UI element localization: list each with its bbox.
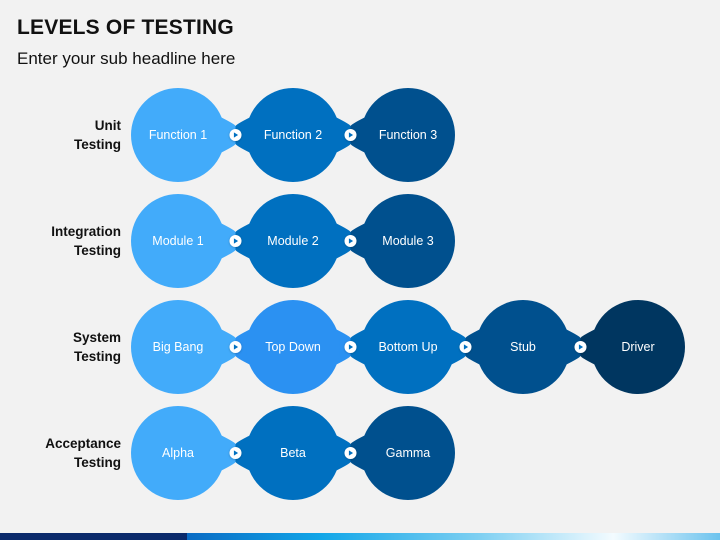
play-arrow-icon [459, 341, 472, 353]
node-label: Driver [621, 340, 655, 354]
play-arrow-icon [344, 447, 357, 459]
bottom-bar-dark-segment [0, 533, 187, 540]
node-label: Beta [280, 446, 306, 460]
bottom-accent-bar [0, 533, 720, 540]
play-arrow-icon [574, 341, 587, 353]
node-label: Function 1 [148, 128, 208, 142]
node-label: Top Down [265, 340, 321, 354]
play-arrow-icon [344, 341, 357, 353]
node-label: Bottom Up [378, 340, 438, 354]
node-label: Function 2 [263, 128, 323, 142]
play-arrow-icon [344, 235, 357, 247]
play-arrow-icon [229, 235, 242, 247]
node-label: Gamma [385, 446, 431, 460]
node-label: Module 1 [152, 234, 204, 248]
node-label: Module 2 [267, 234, 319, 248]
node-label: Big Bang [152, 340, 204, 354]
play-arrow-icon [229, 341, 242, 353]
node-label: Function 3 [378, 128, 438, 142]
node-label: Stub [510, 340, 536, 354]
play-arrow-icon [229, 447, 242, 459]
node-label: Alpha [162, 446, 194, 460]
node-label: Module 3 [382, 234, 434, 248]
play-arrow-icon [229, 129, 242, 141]
play-arrow-icon [344, 129, 357, 141]
bottom-bar-gradient-segment [187, 533, 720, 540]
